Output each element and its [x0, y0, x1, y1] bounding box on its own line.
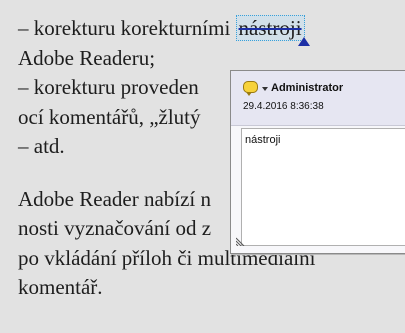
comment-text-field[interactable]: nástroji — [241, 128, 405, 246]
insert-caret-icon — [297, 37, 310, 46]
comment-author: Administrator — [271, 82, 344, 94]
comment-header[interactable]: Administrator 29.4.2016 8:36:38 — [231, 71, 405, 126]
resize-grip-icon[interactable] — [236, 236, 246, 246]
text-line: komentář. — [18, 275, 103, 299]
options-dropdown-icon[interactable] — [262, 87, 268, 91]
text-line: – korekturu korekturními nástroji — [18, 14, 405, 46]
comment-popup[interactable]: Administrator 29.4.2016 8:36:38 nástroji — [230, 70, 405, 254]
comment-bubble-icon — [243, 81, 258, 96]
strikethrough-annotation[interactable]: nástroji — [235, 15, 310, 46]
comment-date: 29.4.2016 8:36:38 — [243, 101, 324, 112]
text-line: Adobe Readeru; — [18, 45, 156, 70]
